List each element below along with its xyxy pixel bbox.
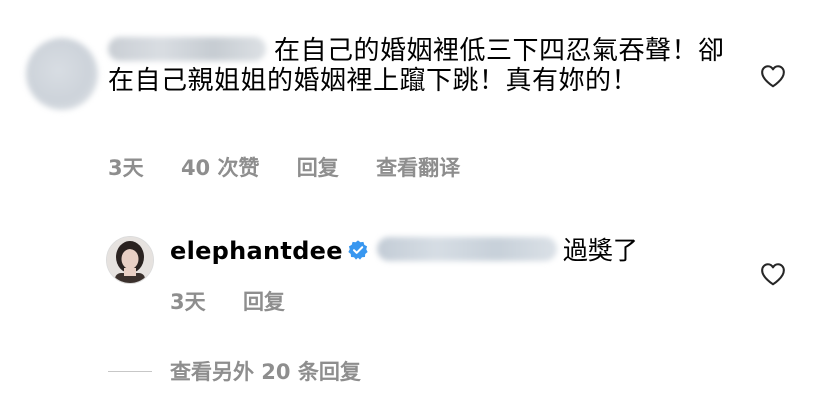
reply-reply-button[interactable]: 回复 bbox=[243, 290, 285, 314]
reply-text: 過獎了 bbox=[562, 236, 638, 265]
comment-time: 3天 bbox=[108, 156, 144, 180]
view-more-divider bbox=[108, 371, 152, 372]
comment-meta: 3天 40 次赞 回复 查看翻译 bbox=[108, 152, 490, 182]
avatar bbox=[107, 237, 153, 283]
reply-username[interactable]: elephantdee bbox=[170, 237, 343, 265]
comment-likes[interactable]: 40 次赞 bbox=[181, 156, 260, 180]
comment-thread: 在自己的婚姻裡低三下四忍氣吞聲！卻在自己親姐姐的婚姻裡上躥下跳！真有妳的！ 3天… bbox=[0, 0, 828, 410]
commenter-username[interactable] bbox=[108, 36, 266, 61]
comment-translate-button[interactable]: 查看翻译 bbox=[376, 156, 460, 180]
verified-badge-icon bbox=[348, 240, 368, 260]
reply-meta: 3天 回复 bbox=[170, 286, 315, 316]
reply-body: elephantdee 過獎了 bbox=[170, 236, 638, 266]
comment-reply-button[interactable]: 回复 bbox=[297, 156, 339, 180]
heart-outline-icon[interactable] bbox=[760, 64, 786, 88]
commenter-avatar[interactable] bbox=[26, 38, 98, 110]
view-more-replies-button[interactable]: 查看另外 20 条回复 bbox=[170, 356, 361, 386]
reply-time: 3天 bbox=[170, 290, 206, 314]
mentioned-user[interactable] bbox=[376, 237, 557, 261]
heart-outline-icon[interactable] bbox=[760, 262, 786, 286]
comment: 在自己的婚姻裡低三下四忍氣吞聲！卻在自己親姐姐的婚姻裡上躥下跳！真有妳的！ bbox=[108, 36, 738, 96]
reply-avatar[interactable] bbox=[106, 236, 154, 284]
comment-body: 在自己的婚姻裡低三下四忍氣吞聲！卻在自己親姐姐的婚姻裡上躥下跳！真有妳的！ bbox=[108, 36, 738, 96]
